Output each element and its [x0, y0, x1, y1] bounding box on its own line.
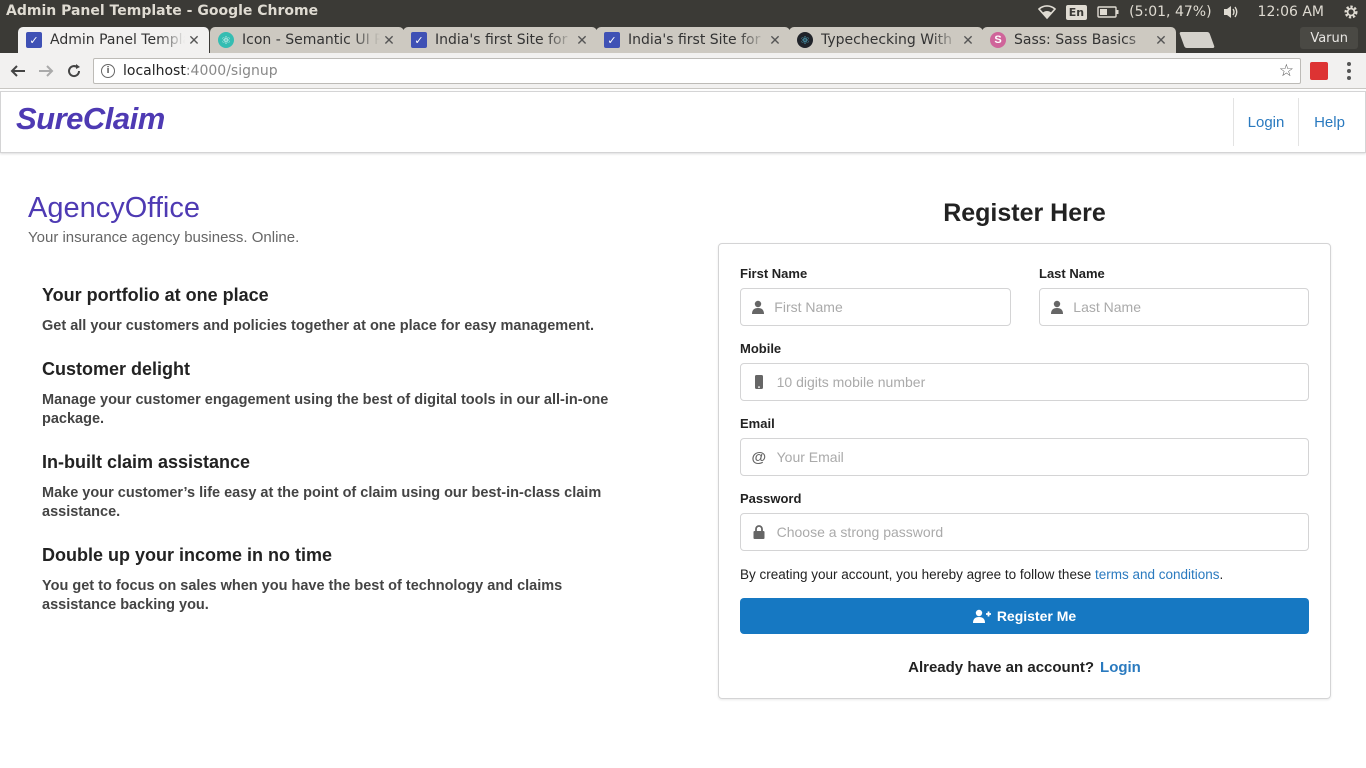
user-icon: [1040, 300, 1073, 314]
browser-tab-sass[interactable]: S Sass: Sass Basics ✕: [982, 27, 1176, 53]
user-icon: [741, 300, 774, 314]
browser-tab-admin-panel[interactable]: ✓ Admin Panel Template ✕: [18, 27, 209, 53]
system-tray: En (5:01, 47%) 12:06 AM: [1037, 0, 1360, 24]
last-name-input[interactable]: [1073, 299, 1308, 315]
chrome-menu-icon[interactable]: [1340, 61, 1358, 81]
email-input[interactable]: [776, 449, 1308, 465]
feature-title: Double up your income in no time: [42, 545, 333, 565]
close-tab-icon[interactable]: ✕: [766, 32, 784, 49]
checkbox-icon: ✓: [411, 32, 427, 48]
sass-icon: S: [990, 32, 1006, 48]
email-field[interactable]: @: [740, 438, 1309, 476]
brand-logo[interactable]: SureClaim: [16, 101, 165, 137]
profile-button[interactable]: Varun: [1300, 27, 1358, 49]
react-icon: ⚛: [218, 32, 234, 48]
url-path: :4000/signup: [185, 63, 278, 79]
password-field[interactable]: [740, 513, 1309, 551]
register-form: First Name Last Name Mobile Email @ P: [718, 243, 1331, 699]
feature-double-income: Double up your income in no time You get…: [42, 545, 622, 615]
last-name-field[interactable]: [1039, 288, 1309, 326]
battery-status: (5:01, 47%): [1129, 4, 1212, 20]
browser-toolbar: i localhost:4000/signup ☆: [0, 53, 1366, 89]
react-icon: ⚛: [797, 32, 813, 48]
settings-gear-icon[interactable]: [1342, 4, 1360, 20]
feature-claim-assistance: In-built claim assistance Make your cust…: [42, 452, 622, 522]
battery-icon[interactable]: [1097, 6, 1119, 18]
agency-title: AgencyOffice: [28, 192, 200, 224]
terms-agreement: By creating your account, you hereby agr…: [740, 567, 1223, 582]
os-top-bar: Admin Panel Template - Google Chrome En …: [0, 0, 1366, 24]
first-name-input[interactable]: [774, 299, 1010, 315]
agency-subtitle: Your insurance agency business. Online.: [28, 229, 300, 246]
password-input[interactable]: [776, 524, 1308, 540]
close-tab-icon[interactable]: ✕: [185, 32, 203, 49]
feature-title: Your portfolio at one place: [42, 285, 269, 305]
already-have-account-text: Already have an account?: [908, 659, 1095, 676]
back-arrow-icon[interactable]: [7, 60, 29, 82]
first-name-label: First Name: [740, 266, 808, 281]
login-link[interactable]: Login: [1233, 98, 1298, 146]
terms-link[interactable]: terms and conditions: [1095, 567, 1220, 582]
browser-tab-semantic-ui[interactable]: ⚛ Icon - Semantic UI React ✕: [210, 27, 404, 53]
feature-title: In-built claim assistance: [42, 452, 251, 472]
tab-title: Icon - Semantic UI React: [242, 32, 380, 48]
mobile-input[interactable]: [776, 374, 1308, 390]
tab-title: Admin Panel Template: [50, 32, 185, 48]
feature-body: Manage your customer engagement using th…: [42, 392, 609, 427]
browser-tab-india-first-2[interactable]: ✓ India's first Site for ✕: [596, 27, 790, 53]
login-link-bottom[interactable]: Login: [1100, 659, 1141, 676]
terms-agreement-suffix: .: [1219, 567, 1224, 582]
feature-customer-delight: Customer delight Manage your customer en…: [42, 359, 622, 429]
mobile-label: Mobile: [740, 341, 782, 356]
mobile-icon: [741, 375, 777, 389]
new-tab-button[interactable]: [1179, 32, 1215, 48]
password-label: Password: [740, 491, 802, 506]
terms-agreement-text: By creating your account, you hereby agr…: [740, 567, 1095, 582]
help-link[interactable]: Help: [1298, 98, 1360, 146]
address-bar[interactable]: i localhost:4000/signup ☆: [93, 58, 1301, 84]
clock[interactable]: 12:06 AM: [1258, 4, 1324, 20]
register-button-label: Register Me: [996, 608, 1077, 624]
browser-tab-strip: ✓ Admin Panel Template ✕ ⚛ Icon - Semant…: [0, 24, 1366, 53]
volume-icon[interactable]: [1222, 4, 1240, 20]
first-name-field[interactable]: [740, 288, 1011, 326]
feature-title: Customer delight: [42, 359, 191, 379]
feature-body: You get to focus on sales when you have …: [42, 578, 563, 613]
register-heading: Register Here: [943, 199, 1106, 227]
email-label: Email: [740, 416, 775, 431]
checkbox-icon: ✓: [604, 32, 620, 48]
close-tab-icon[interactable]: ✕: [959, 32, 977, 49]
reload-icon[interactable]: [63, 60, 85, 82]
close-tab-icon[interactable]: ✕: [1152, 32, 1170, 49]
url-host: localhost: [123, 63, 186, 79]
forward-arrow-icon[interactable]: [35, 60, 57, 82]
tab-title: Typechecking With: [821, 32, 953, 48]
tab-title: India's first Site for: [435, 32, 568, 48]
feature-portfolio: Your portfolio at one place Get all your…: [42, 285, 622, 336]
at-icon: @: [751, 448, 767, 466]
checkbox-icon: ✓: [26, 32, 42, 48]
feature-body: Get all your customers and policies toge…: [42, 318, 594, 334]
last-name-label: Last Name: [1039, 266, 1105, 281]
close-tab-icon[interactable]: ✕: [380, 32, 398, 49]
keyboard-language-indicator[interactable]: En: [1065, 4, 1088, 20]
add-user-icon: [972, 609, 991, 623]
feature-body: Make your customer’s life easy at the po…: [42, 485, 602, 520]
close-tab-icon[interactable]: ✕: [573, 32, 591, 49]
mobile-field[interactable]: [740, 363, 1309, 401]
lock-icon: [741, 525, 777, 539]
bookmark-star-icon[interactable]: ☆: [1279, 61, 1294, 81]
tab-title: India's first Site for: [628, 32, 761, 48]
app-header: SureClaim Login Help: [0, 91, 1366, 153]
window-title: Admin Panel Template - Google Chrome: [6, 3, 319, 19]
register-button[interactable]: Register Me: [740, 598, 1309, 634]
info-icon[interactable]: i: [101, 64, 115, 78]
tab-title: Sass: Sass Basics: [1014, 32, 1137, 48]
extension-icon[interactable]: [1310, 62, 1328, 80]
web-page: SureClaim Login Help AgencyOffice Your i…: [0, 89, 1366, 768]
wifi-icon[interactable]: [1037, 4, 1056, 20]
existing-account-prompt: Already have an account? Login: [719, 659, 1330, 676]
browser-tab-typechecking[interactable]: ⚛ Typechecking With ✕: [789, 27, 983, 53]
browser-tab-india-first-1[interactable]: ✓ India's first Site for ✕: [403, 27, 597, 53]
